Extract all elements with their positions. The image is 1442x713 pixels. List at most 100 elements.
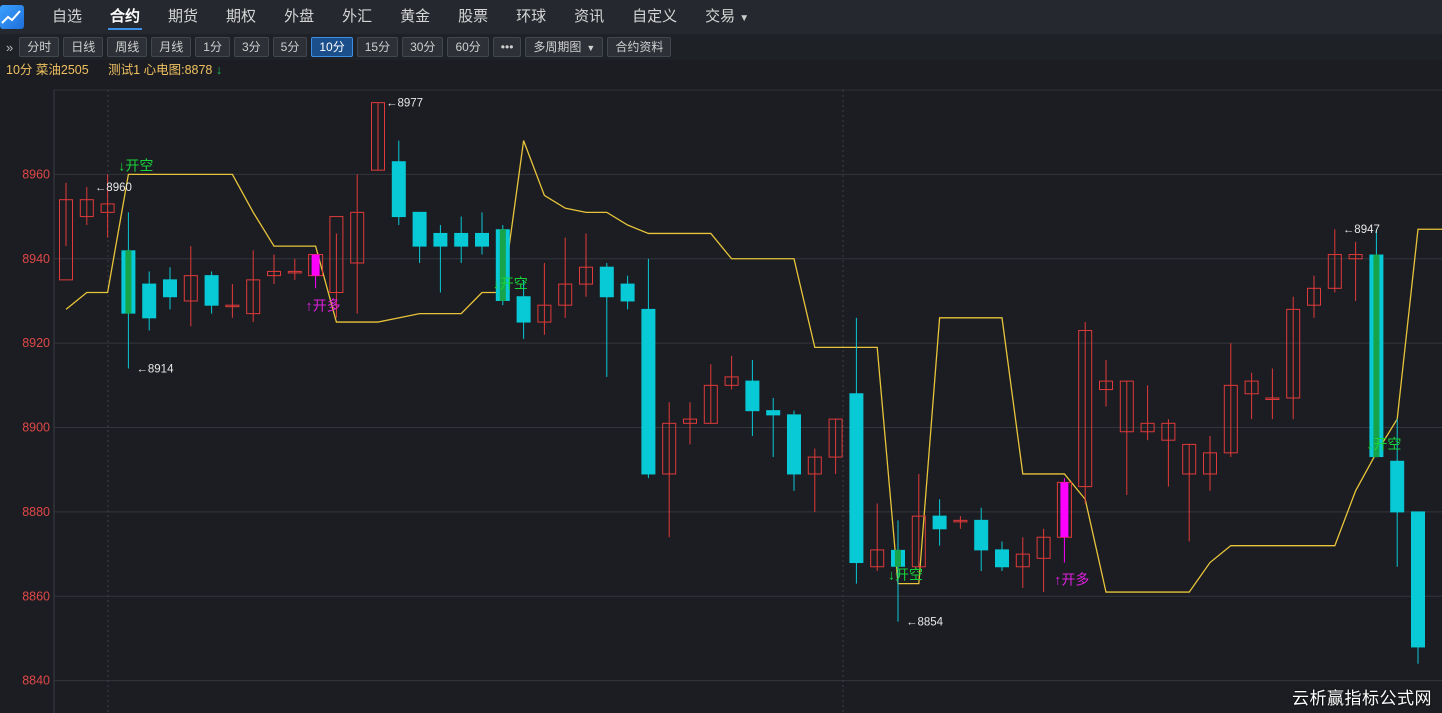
period-button-label: 30分 bbox=[410, 40, 436, 54]
candle-signal-highlight bbox=[125, 250, 132, 314]
caret-down-icon: ▼ bbox=[739, 13, 750, 24]
nav-item[interactable]: 自定义 bbox=[618, 0, 691, 34]
nav-item[interactable]: 股票 bbox=[444, 0, 502, 34]
price-extreme-label: ←8947 bbox=[1343, 224, 1380, 236]
period-button[interactable]: 合约资料 bbox=[607, 37, 672, 57]
period-button[interactable]: 日线 bbox=[63, 37, 104, 57]
candle-body bbox=[1390, 460, 1405, 513]
price-extreme-label: ←8977 bbox=[386, 98, 423, 110]
open-short-signal: ↓开空 bbox=[888, 567, 923, 583]
nav-item-label: 期货 bbox=[168, 8, 199, 25]
period-button[interactable]: 3分 bbox=[233, 37, 269, 57]
nav-item[interactable]: 外盘 bbox=[270, 0, 328, 34]
period-button-label: 日线 bbox=[71, 40, 96, 54]
nav-item[interactable]: 外汇 bbox=[328, 0, 386, 34]
y-tick-label: 8920 bbox=[22, 336, 50, 350]
price-extreme-label: ←8960 bbox=[95, 182, 132, 194]
period-button[interactable]: 分时 bbox=[19, 37, 60, 57]
nav-item-label: 外盘 bbox=[284, 8, 315, 25]
candle-signal-highlight bbox=[1373, 254, 1380, 458]
period-button[interactable]: ••• bbox=[492, 37, 522, 57]
period-button-label: ••• bbox=[500, 40, 514, 54]
period-button-label: 60分 bbox=[455, 40, 481, 54]
nav-item[interactable]: 黄金 bbox=[386, 0, 444, 34]
y-tick-label: 8880 bbox=[22, 505, 50, 519]
nav-item[interactable]: 合约 bbox=[96, 0, 154, 34]
candle-body bbox=[995, 549, 1009, 568]
candle-body bbox=[745, 380, 760, 412]
candle-signal-highlight bbox=[1060, 482, 1069, 538]
nav-item[interactable]: 环球 bbox=[502, 0, 560, 34]
watermark: 云析赢指标公式网 bbox=[1292, 689, 1432, 708]
open-short-signal: ↓开空 bbox=[493, 276, 528, 292]
candle-signal-highlight bbox=[895, 549, 901, 567]
nav-item[interactable]: 期权 bbox=[212, 0, 270, 34]
nav-item-label: 资讯 bbox=[574, 8, 605, 25]
candle-body bbox=[932, 515, 947, 530]
candle-signal-highlight bbox=[311, 254, 320, 276]
indicator-label: 测试1 心电图:8878 ↓ bbox=[108, 63, 222, 77]
period-button[interactable]: 30分 bbox=[402, 37, 444, 57]
candle-body bbox=[412, 211, 427, 247]
app-logo-icon[interactable] bbox=[0, 5, 24, 29]
nav-item-label: 交易 bbox=[705, 8, 736, 25]
nav-item-label: 黄金 bbox=[400, 8, 431, 25]
y-tick-label: 8840 bbox=[22, 674, 50, 688]
period-button[interactable]: 多周期图 ▼ bbox=[525, 37, 604, 57]
candle-body bbox=[391, 161, 406, 218]
period-button[interactable]: 60分 bbox=[447, 37, 489, 57]
indicator-value: 测试1 心电图:8878 bbox=[108, 63, 213, 77]
candle-body bbox=[1411, 511, 1425, 648]
candlestick-chart[interactable]: 8960 8940 8920 8900 8880 8860 8840 ←8960 ←8914 ←8… bbox=[0, 80, 1442, 713]
period-button[interactable]: 10分 bbox=[311, 37, 353, 57]
open-short-signal: ↓开空 bbox=[1366, 436, 1401, 452]
price-extreme-label: ←8854 bbox=[906, 617, 944, 629]
caret-down-icon: ▼ bbox=[586, 43, 596, 53]
candle-body bbox=[620, 283, 635, 302]
price-extreme-label: ←8914 bbox=[136, 363, 174, 375]
candle-body bbox=[974, 519, 989, 551]
chart-info-bar: 10分 菜油2505 测试1 心电图:8878 ↓ bbox=[0, 60, 1442, 80]
period-button-label: 1分 bbox=[203, 40, 222, 54]
candle-body bbox=[142, 283, 157, 319]
period-button-label: 月线 bbox=[159, 40, 184, 54]
period-button[interactable]: 5分 bbox=[272, 37, 308, 57]
nav-item-label: 自定义 bbox=[632, 8, 678, 25]
candle-body bbox=[849, 393, 864, 564]
candle-body bbox=[766, 410, 781, 416]
period-toolbar: » 分时 日线 周线 月线 1分 3分 5分 10分 15分 30分 60分 ••• 多周期图 ▼ 合约资料 bbox=[0, 34, 1442, 60]
period-button[interactable]: 周线 bbox=[107, 37, 148, 57]
open-long-signal: ↑开多 bbox=[306, 297, 341, 313]
nav-item-label: 股票 bbox=[458, 8, 489, 25]
nav-item-label: 合约 bbox=[110, 8, 141, 25]
contract-title: 10分 菜油2505 bbox=[6, 63, 89, 77]
candle-body bbox=[454, 232, 469, 247]
y-tick-label: 8860 bbox=[22, 589, 50, 603]
period-button-label: 3分 bbox=[241, 40, 261, 54]
nav-item[interactable]: 期货 bbox=[154, 0, 212, 34]
period-button-label: 10分 bbox=[319, 40, 345, 54]
nav-item[interactable]: 资讯 bbox=[560, 0, 618, 34]
top-navigation: 自选 合约 期货 期权 外盘 外汇 黄金 股票 环球 资讯 自定义 交易 ▼ bbox=[0, 0, 1442, 34]
nav-item-label: 期权 bbox=[226, 8, 257, 25]
nav-item-label: 自选 bbox=[52, 8, 83, 25]
expand-icon[interactable]: » bbox=[6, 40, 13, 55]
period-button-label: 15分 bbox=[364, 40, 391, 54]
y-tick-label: 8960 bbox=[22, 167, 50, 181]
y-tick-label: 8900 bbox=[22, 421, 50, 435]
nav-item[interactable]: 交易 ▼ bbox=[691, 0, 763, 34]
period-button[interactable]: 月线 bbox=[151, 37, 192, 57]
candle-body bbox=[163, 279, 177, 298]
down-arrow-icon: ↓ bbox=[215, 63, 223, 77]
candle-body bbox=[433, 232, 448, 247]
nav-item[interactable]: 自选 bbox=[38, 0, 96, 34]
nav-item-label: 环球 bbox=[516, 8, 547, 25]
period-button-label: 周线 bbox=[115, 40, 140, 54]
period-button-label: 多周期图 bbox=[533, 40, 582, 54]
period-button[interactable]: 15分 bbox=[356, 37, 399, 57]
signal-line bbox=[65, 140, 1442, 593]
period-button-label: 5分 bbox=[280, 40, 300, 54]
candle-body bbox=[787, 414, 801, 475]
period-button[interactable]: 1分 bbox=[195, 37, 230, 57]
nav-item-label: 外汇 bbox=[342, 8, 373, 25]
